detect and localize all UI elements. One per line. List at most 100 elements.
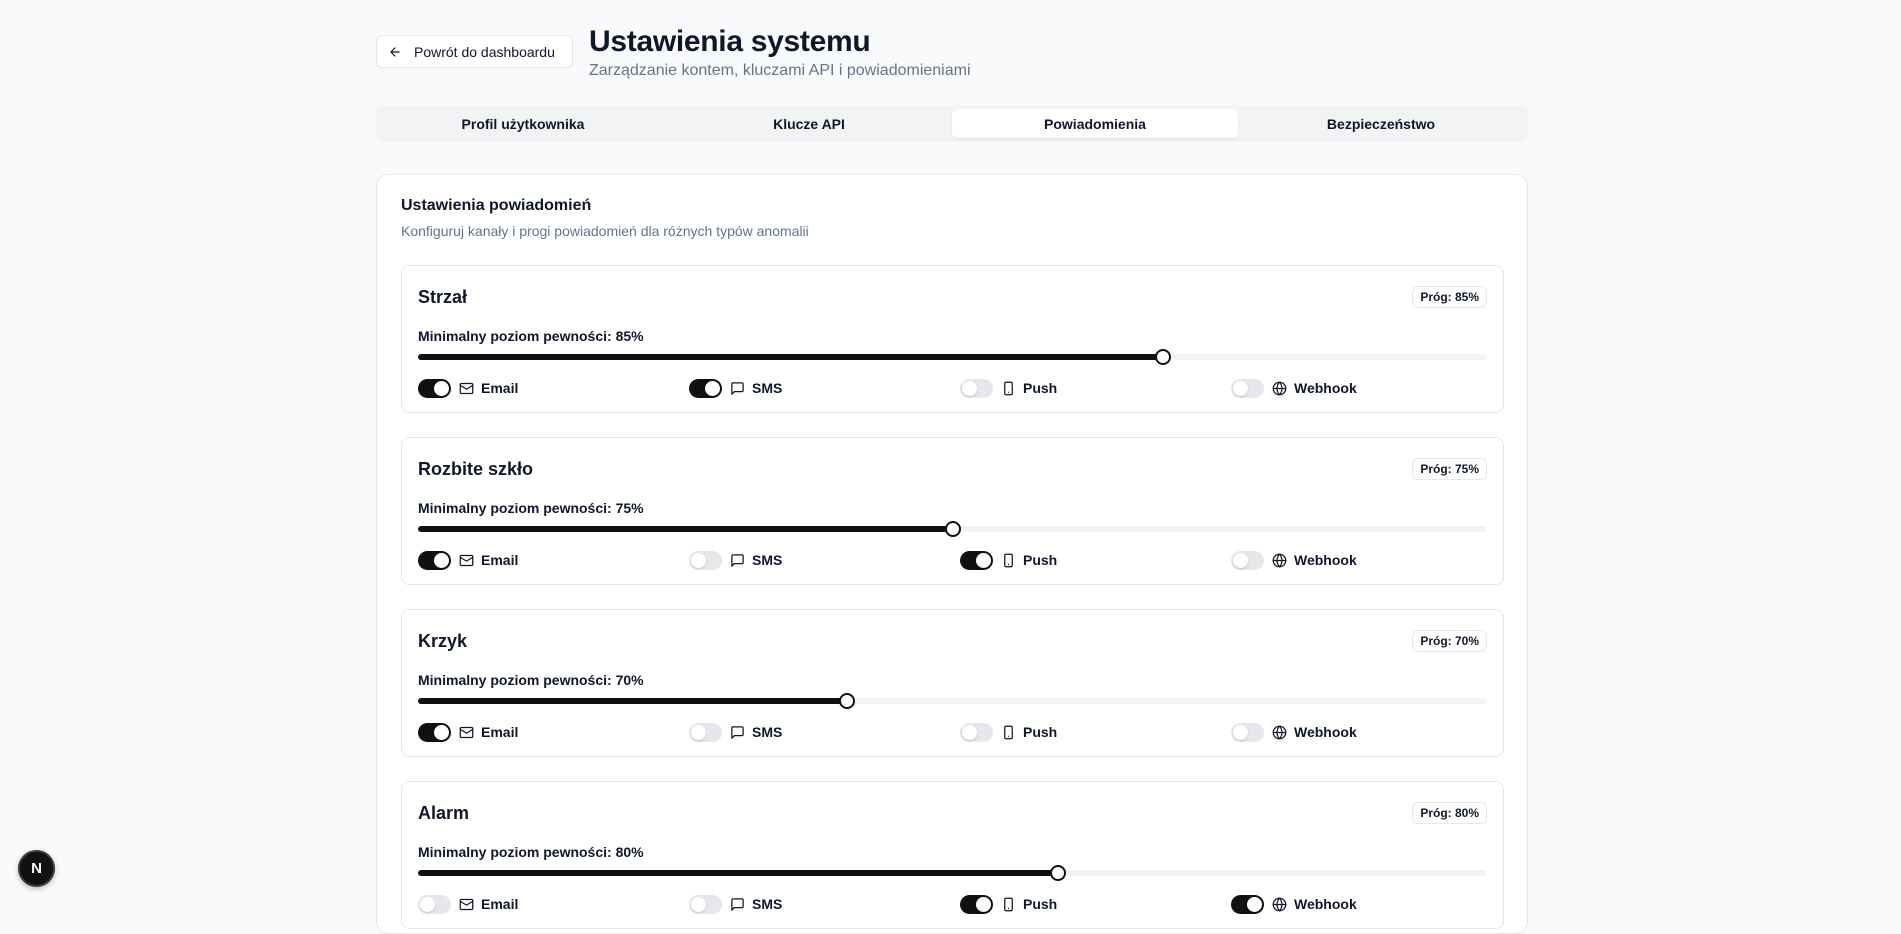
message-icon xyxy=(729,552,745,568)
settings-tabs: Profil użytkownika Klucze API Powiadomie… xyxy=(376,105,1528,142)
push-label: Push xyxy=(1023,896,1058,912)
notification-type-name: Rozbite szkło xyxy=(418,459,534,479)
sms-toggle[interactable] xyxy=(689,722,722,742)
confidence-slider-label: Minimalny poziom pewności: 80% xyxy=(418,844,644,860)
channel-push: Push xyxy=(960,893,1057,915)
globe-icon xyxy=(1271,896,1287,912)
channel-sms: SMS xyxy=(689,893,782,915)
push-label: Push xyxy=(1023,380,1058,396)
toggle-knob xyxy=(434,724,449,740)
slider-thumb[interactable] xyxy=(838,693,855,709)
tab-profile[interactable]: Profil użytkownika xyxy=(380,109,666,138)
sms-toggle[interactable] xyxy=(689,894,722,914)
slider-thumb[interactable] xyxy=(1050,865,1067,881)
channel-webhook: Webhook xyxy=(1231,549,1357,571)
globe-icon xyxy=(1271,724,1287,740)
confidence-slider[interactable] xyxy=(418,865,1487,881)
channel-sms: SMS xyxy=(689,549,782,571)
toggle-knob xyxy=(976,896,991,912)
confidence-slider-label: Minimalny poziom pewności: 70% xyxy=(418,672,644,688)
webhook-toggle[interactable] xyxy=(1231,550,1264,570)
sms-toggle[interactable] xyxy=(689,550,722,570)
mail-icon xyxy=(458,896,474,912)
channel-push: Push xyxy=(960,549,1057,571)
toggle-knob xyxy=(1233,724,1248,740)
smartphone-icon xyxy=(1000,724,1016,740)
toggle-knob xyxy=(705,380,720,396)
toggle-knob xyxy=(976,552,991,568)
webhook-label: Webhook xyxy=(1294,896,1357,912)
channel-push: Push xyxy=(960,721,1057,743)
webhook-label: Webhook xyxy=(1294,552,1357,568)
threshold-badge: Próg: 70% xyxy=(1412,630,1487,652)
channel-sms: SMS xyxy=(689,721,782,743)
slider-fill xyxy=(418,698,847,704)
toggle-knob xyxy=(691,552,706,568)
page-subtitle: Zarządzanie kontem, kluczami API i powia… xyxy=(589,62,971,79)
confidence-slider[interactable] xyxy=(418,521,1487,537)
webhook-toggle[interactable] xyxy=(1231,722,1264,742)
smartphone-icon xyxy=(1000,552,1016,568)
sms-toggle[interactable] xyxy=(689,378,722,398)
globe-icon xyxy=(1271,380,1287,396)
webhook-toggle[interactable] xyxy=(1231,894,1264,914)
toggle-knob xyxy=(962,380,977,396)
message-icon xyxy=(729,724,745,740)
slider-fill xyxy=(418,354,1164,360)
webhook-label: Webhook xyxy=(1294,724,1357,740)
push-label: Push xyxy=(1023,724,1058,740)
confidence-slider[interactable] xyxy=(418,693,1487,709)
notification-type-name: Alarm xyxy=(418,803,470,823)
notification-item: Alarm Próg: 80% Minimalny poziom pewnośc… xyxy=(401,781,1504,929)
threshold-badge: Próg: 85% xyxy=(1412,286,1487,308)
notification-type-name: Strzał xyxy=(418,287,468,307)
tab-api-keys[interactable]: Klucze API xyxy=(666,109,952,138)
sms-label: SMS xyxy=(752,552,783,568)
tab-notifications[interactable]: Powiadomienia xyxy=(952,109,1238,138)
smartphone-icon xyxy=(1000,896,1016,912)
channel-email: Email xyxy=(418,721,518,743)
push-toggle[interactable] xyxy=(960,550,993,570)
email-label: Email xyxy=(481,552,519,568)
toggle-knob xyxy=(1233,380,1248,396)
slider-thumb[interactable] xyxy=(1155,349,1172,365)
toggle-knob xyxy=(1247,896,1262,912)
channel-email: Email xyxy=(418,549,518,571)
message-icon xyxy=(729,896,745,912)
email-label: Email xyxy=(481,380,519,396)
channel-sms: SMS xyxy=(689,377,782,399)
sms-label: SMS xyxy=(752,896,783,912)
back-to-dashboard-button[interactable]: Powrót do dashboardu xyxy=(376,35,573,68)
webhook-toggle[interactable] xyxy=(1231,378,1264,398)
back-button-label: Powrót do dashboardu xyxy=(414,43,555,60)
email-toggle[interactable] xyxy=(418,378,451,398)
threshold-badge: Próg: 80% xyxy=(1412,802,1487,824)
notification-item: Strzał Próg: 85% Minimalny poziom pewnoś… xyxy=(401,265,1504,413)
push-toggle[interactable] xyxy=(960,722,993,742)
mail-icon xyxy=(458,552,474,568)
tab-security[interactable]: Bezpieczeństwo xyxy=(1238,109,1524,138)
email-toggle[interactable] xyxy=(418,722,451,742)
globe-icon xyxy=(1271,552,1287,568)
notification-type-name: Krzyk xyxy=(418,631,468,651)
page-title: Ustawienia systemu xyxy=(589,25,871,58)
email-toggle[interactable] xyxy=(418,550,451,570)
email-toggle[interactable] xyxy=(418,894,451,914)
sms-label: SMS xyxy=(752,380,783,396)
notification-settings-card: Ustawienia powiadomień Konfiguruj kanały… xyxy=(376,174,1528,934)
confidence-slider-label: Minimalny poziom pewności: 75% xyxy=(418,500,644,516)
dev-tools-badge[interactable]: N xyxy=(18,850,55,887)
slider-thumb[interactable] xyxy=(944,521,961,537)
notification-item: Krzyk Próg: 70% Minimalny poziom pewnośc… xyxy=(401,609,1504,757)
confidence-slider[interactable] xyxy=(418,349,1487,365)
push-toggle[interactable] xyxy=(960,894,993,914)
toggle-knob xyxy=(420,896,435,912)
channel-toggles: Email SMS Push Webhook xyxy=(418,893,1503,915)
arrow-left-icon xyxy=(388,45,402,59)
email-label: Email xyxy=(481,724,519,740)
title-block: Ustawienia systemu Zarządzanie kontem, k… xyxy=(589,26,971,80)
mail-icon xyxy=(458,724,474,740)
push-toggle[interactable] xyxy=(960,378,993,398)
smartphone-icon xyxy=(1000,380,1016,396)
channel-toggles: Email SMS Push Webhook xyxy=(418,377,1503,399)
